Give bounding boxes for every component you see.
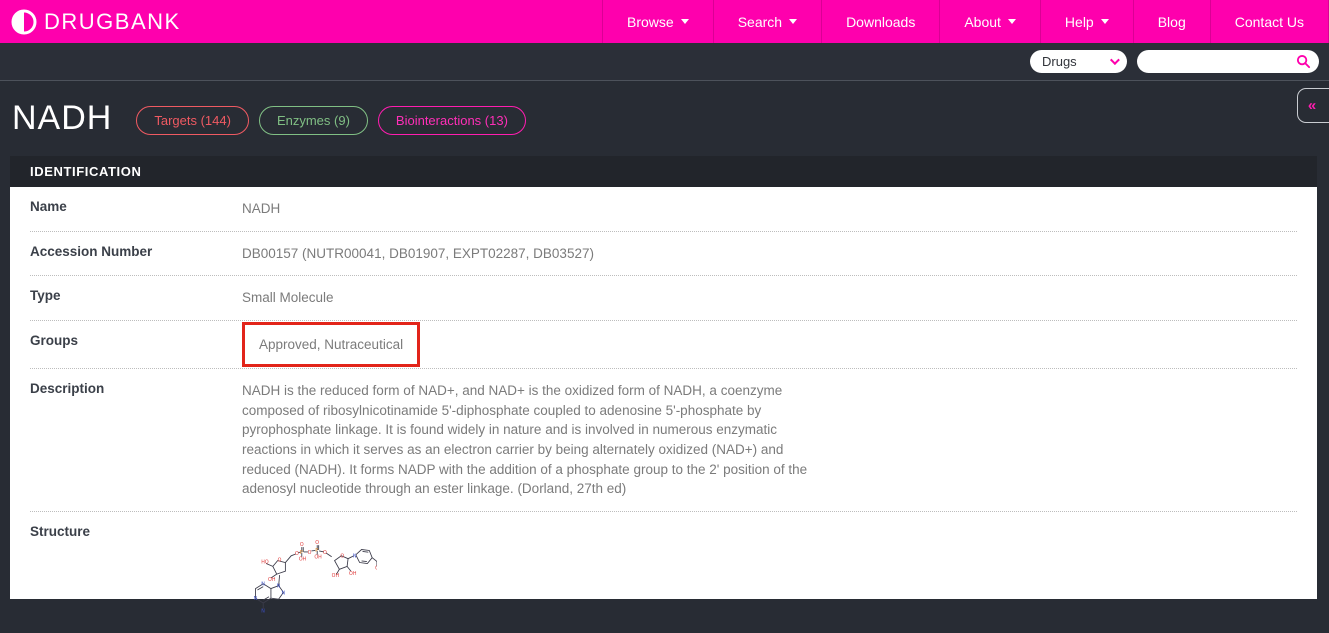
field-label: Groups bbox=[30, 333, 242, 348]
nav-item-label: Downloads bbox=[846, 14, 915, 30]
search-icon[interactable] bbox=[1296, 54, 1311, 69]
svg-text:O: O bbox=[278, 557, 282, 563]
nav-item-help[interactable]: Help bbox=[1040, 0, 1133, 43]
nav-item-label: About bbox=[964, 14, 1001, 30]
search-field-wrap bbox=[1137, 50, 1319, 73]
search-bar: Drugs bbox=[0, 43, 1329, 81]
field-value: Small Molecule bbox=[242, 288, 334, 308]
page-title: NADH bbox=[12, 99, 112, 138]
nav-item-browse[interactable]: Browse bbox=[602, 0, 713, 43]
caret-down-icon bbox=[1008, 19, 1016, 24]
targets-pill[interactable]: Targets (144) bbox=[136, 106, 249, 135]
svg-text:O: O bbox=[300, 542, 304, 548]
nav-item-blog[interactable]: Blog bbox=[1133, 0, 1210, 43]
search-category-value: Drugs bbox=[1042, 54, 1077, 69]
page-header: NADH Targets (144) Enzymes (9) Biointera… bbox=[0, 81, 1329, 156]
search-input[interactable] bbox=[1149, 54, 1296, 69]
nav-item-label: Browse bbox=[627, 14, 674, 30]
search-category-select[interactable]: Drugs bbox=[1030, 50, 1127, 73]
field-label: Name bbox=[30, 199, 242, 214]
caret-down-icon bbox=[1101, 19, 1109, 24]
svg-text:OH: OH bbox=[268, 576, 276, 582]
svg-text:O: O bbox=[323, 549, 327, 555]
collapse-sidebar-button[interactable]: « bbox=[1297, 88, 1329, 123]
top-navbar: DRUGBANK Browse Search Downloads About H… bbox=[0, 0, 1329, 43]
svg-text:O: O bbox=[308, 549, 312, 555]
nav-item-label: Blog bbox=[1158, 14, 1186, 30]
top-nav-items: Browse Search Downloads About Help Blog … bbox=[602, 0, 1329, 43]
svg-text:OH: OH bbox=[314, 554, 322, 560]
svg-text:O: O bbox=[295, 550, 299, 556]
field-value-wrap: Approved, Nutraceutical bbox=[242, 333, 420, 357]
svg-text:P: P bbox=[300, 549, 303, 555]
svg-text:P: P bbox=[315, 548, 318, 554]
svg-text:O: O bbox=[315, 540, 319, 546]
field-value: NADH bbox=[242, 199, 280, 219]
drugbank-logo[interactable]: DRUGBANK bbox=[10, 8, 181, 36]
nav-item-contact-us[interactable]: Contact Us bbox=[1210, 0, 1329, 43]
nav-item-downloads[interactable]: Downloads bbox=[821, 0, 939, 43]
collapse-icon: « bbox=[1308, 97, 1316, 114]
field-label: Structure bbox=[30, 524, 242, 539]
svg-text:N: N bbox=[282, 590, 286, 596]
drugbank-logo-text: DRUGBANK bbox=[44, 9, 181, 35]
field-value: DB00157 (NUTR00041, DB01907, EXPT02287, … bbox=[242, 244, 594, 264]
table-row-groups: Groups Approved, Nutraceutical bbox=[30, 321, 1297, 370]
nav-item-label: Search bbox=[738, 14, 782, 30]
caret-down-icon bbox=[789, 19, 797, 24]
caret-down-icon bbox=[681, 19, 689, 24]
field-label: Type bbox=[30, 288, 242, 303]
field-value-structure: N N N N N O HO OH O O OH P O O O bbox=[242, 524, 377, 622]
field-value: Approved, Nutraceutical bbox=[259, 337, 403, 352]
svg-text:OH: OH bbox=[299, 556, 307, 562]
table-row-structure: Structure bbox=[30, 512, 1297, 633]
nav-item-about[interactable]: About bbox=[939, 0, 1040, 43]
svg-text:O: O bbox=[340, 553, 344, 559]
enzymes-pill[interactable]: Enzymes (9) bbox=[259, 106, 368, 135]
field-label: Accession Number bbox=[30, 244, 242, 259]
chevron-down-icon bbox=[1110, 55, 1120, 65]
field-label: Description bbox=[30, 381, 242, 396]
table-row-name: Name NADH bbox=[30, 187, 1297, 232]
table-row-accession-number: Accession Number DB00157 (NUTR00041, DB0… bbox=[30, 232, 1297, 277]
summary-pills: Targets (144) Enzymes (9) Biointeraction… bbox=[136, 106, 526, 135]
svg-text:N: N bbox=[277, 583, 281, 589]
main-content: IDENTIFICATION Name NADH Accession Numbe… bbox=[10, 156, 1317, 599]
svg-text:OH: OH bbox=[332, 573, 340, 579]
nav-item-label: Contact Us bbox=[1235, 14, 1304, 30]
field-value: NADH is the reduced form of NAD+, and NA… bbox=[242, 381, 820, 498]
svg-text:OH: OH bbox=[349, 571, 357, 577]
svg-text:N: N bbox=[261, 608, 265, 614]
table-row-description: Description NADH is the reduced form of … bbox=[30, 369, 1297, 511]
svg-text:N: N bbox=[261, 581, 265, 587]
svg-text:N: N bbox=[353, 553, 357, 559]
nav-item-label: Help bbox=[1065, 14, 1094, 30]
molecule-structure-image[interactable]: N N N N N O HO OH O O OH P O O O bbox=[242, 538, 377, 616]
svg-text:HO: HO bbox=[261, 559, 269, 565]
drugbank-logo-icon bbox=[10, 8, 38, 36]
biointeractions-pill[interactable]: Biointeractions (13) bbox=[378, 106, 526, 135]
svg-text:O: O bbox=[375, 565, 377, 571]
red-highlight-annotation: Approved, Nutraceutical bbox=[242, 322, 420, 368]
table-row-type: Type Small Molecule bbox=[30, 276, 1297, 321]
identification-table: Name NADH Accession Number DB00157 (NUTR… bbox=[10, 187, 1317, 633]
nav-item-search[interactable]: Search bbox=[713, 0, 821, 43]
section-header-identification: IDENTIFICATION bbox=[10, 156, 1317, 187]
